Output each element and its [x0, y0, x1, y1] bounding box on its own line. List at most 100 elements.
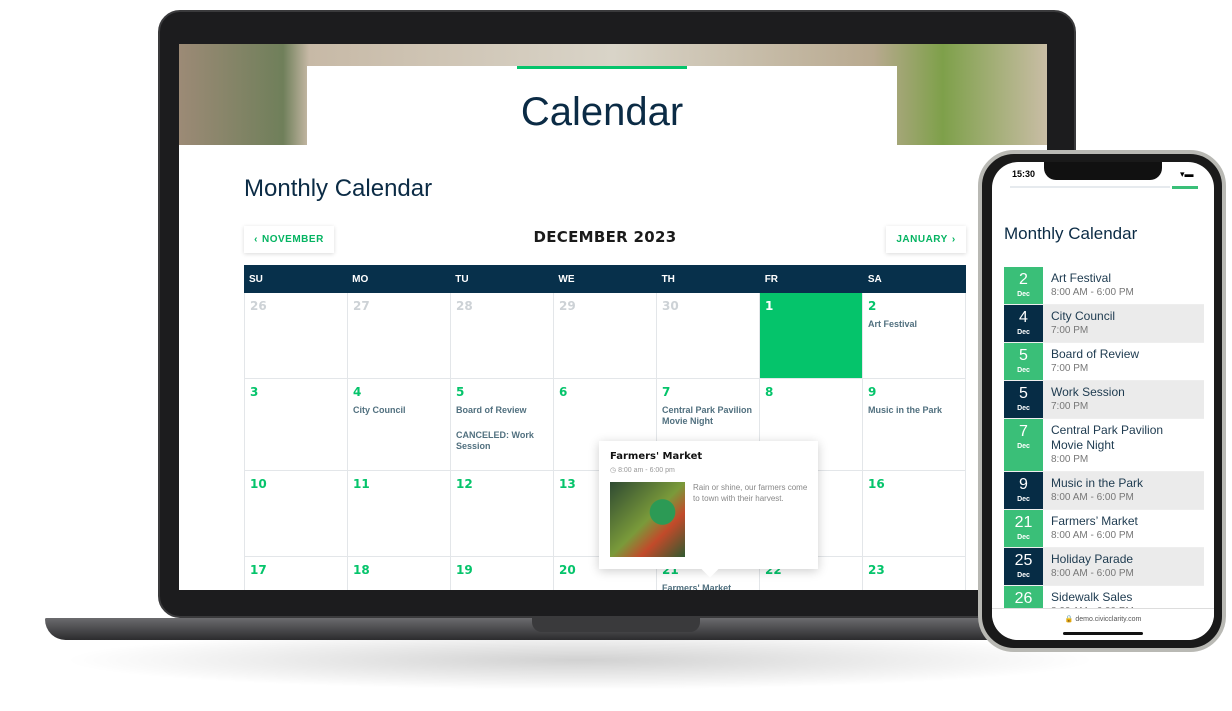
popup-description: Rain or shine, our farmers come to town … — [693, 483, 808, 503]
home-indicator[interactable] — [1063, 632, 1143, 635]
day-cell[interactable]: 19 — [451, 557, 554, 590]
day-cell[interactable]: 29 — [554, 293, 657, 379]
event-time: 7:00 PM — [1051, 363, 1089, 374]
day-number: 18 — [353, 563, 370, 577]
section-title: Monthly Calendar — [244, 175, 433, 202]
day-cell[interactable]: 4 City Council — [348, 379, 451, 471]
date-badge: 5 Dec — [1004, 343, 1043, 380]
event-list-item[interactable]: 7 Dec Central Park Pavilion Movie Night 8:0… — [1004, 419, 1204, 472]
event-day: 5 — [1019, 347, 1028, 364]
header-strip — [1010, 186, 1170, 188]
day-cell[interactable]: 30 — [657, 293, 760, 379]
day-cell[interactable]: 23 — [863, 557, 966, 590]
clock-icon: ◷ — [610, 467, 619, 474]
event-title: City Council — [1051, 309, 1116, 323]
day-number: 23 — [868, 563, 885, 577]
weekday-th: TH — [661, 273, 675, 285]
weekday-tu: TU — [455, 273, 469, 285]
event-month: Dec — [1017, 405, 1030, 412]
event-title: Work Session — [1051, 385, 1125, 399]
phone-notch — [1044, 162, 1162, 180]
date-badge: 4 Dec — [1004, 305, 1043, 342]
event-list-item[interactable]: 9 Dec Music in the Park 8:00 AM - 6:00 PM — [1004, 472, 1204, 510]
event-time: 8:00 AM - 6:00 PM — [1051, 287, 1134, 298]
day-cell[interactable]: 1 — [760, 293, 863, 379]
weekday-mo: MO — [352, 273, 369, 285]
day-number: 12 — [456, 477, 473, 491]
next-month-label: JANUARY — [896, 234, 948, 245]
day-number: 5 — [456, 385, 465, 399]
day-cell[interactable]: 17 — [245, 557, 348, 590]
laptop-notch — [532, 618, 700, 632]
day-number: 6 — [559, 385, 568, 399]
url-text: 🔒 demo.civicclarity.com — [1064, 616, 1142, 623]
day-cell[interactable]: 28 — [451, 293, 554, 379]
weekday-we: WE — [558, 273, 575, 285]
day-number: 16 — [868, 477, 885, 491]
day-number: 28 — [456, 299, 473, 313]
day-cell[interactable]: 27 — [348, 293, 451, 379]
day-number: 30 — [662, 299, 679, 313]
event-month: Dec — [1017, 572, 1030, 579]
event-title: Sidewalk Sales — [1051, 590, 1133, 604]
event-list-item[interactable]: 5 Dec Work Session 7:00 PM — [1004, 381, 1204, 419]
day-cell[interactable]: 11 — [348, 471, 451, 557]
event-day: 21 — [1014, 514, 1033, 531]
wifi-battery-icon: ▾▬ — [1180, 169, 1194, 179]
event-popup: Farmers' Market ◷ 8:00 am - 6:00 pm Rain… — [599, 441, 818, 578]
event-list-item[interactable]: 5 Dec Board of Review 7:00 PM — [1004, 343, 1204, 381]
day-number: 10 — [250, 477, 267, 491]
event-day: 7 — [1019, 423, 1028, 440]
calendar-event[interactable]: Board of Review — [456, 405, 548, 416]
event-title: Holiday Parade — [1051, 552, 1134, 566]
day-cell[interactable]: 5 Board of Review CANCELED: Work Session — [451, 379, 554, 471]
laptop-screen: Calendar Monthly Calendar ‹ NOVEMBER DECE… — [179, 44, 1047, 590]
weekday-sa: SA — [867, 273, 882, 285]
calendar-event[interactable]: Art Festival — [868, 319, 960, 330]
event-time: 8:00 AM - 6:00 PM — [1051, 530, 1134, 541]
event-list-item[interactable]: 4 Dec City Council 7:00 PM — [1004, 305, 1204, 343]
event-time: 7:00 PM — [1051, 325, 1089, 336]
day-number: 1 — [765, 299, 774, 313]
weekday-fr: FR — [764, 273, 779, 285]
date-badge: 2 Dec — [1004, 267, 1043, 304]
day-cell[interactable]: 9 Music in the Park — [863, 379, 966, 471]
day-number: 9 — [868, 385, 877, 399]
day-cell[interactable]: 10 — [245, 471, 348, 557]
chevron-right-icon: › — [951, 234, 956, 245]
weekday-header: SU MO TU WE TH FR SA — [244, 265, 966, 293]
accent-bar — [1172, 186, 1198, 189]
calendar-event[interactable]: Music in the Park — [868, 405, 960, 416]
day-number: 3 — [250, 385, 259, 399]
day-number: 29 — [559, 299, 576, 313]
day-number: 17 — [250, 563, 267, 577]
phone-screen: 15:30 ▾▬ Monthly Calendar 2 Dec Art Festiv… — [992, 162, 1214, 640]
day-cell[interactable]: 3 — [245, 379, 348, 471]
day-cell[interactable]: 16 — [863, 471, 966, 557]
date-badge: 9 Dec — [1004, 472, 1043, 509]
day-cell[interactable]: 26 — [245, 293, 348, 379]
url-bar[interactable]: 🔒 demo.civicclarity.com — [992, 608, 1214, 640]
calendar-event[interactable]: City Council — [353, 405, 445, 416]
event-month: Dec — [1017, 367, 1030, 374]
day-cell[interactable]: 2 Art Festival — [863, 293, 966, 379]
date-badge: 21 Dec — [1004, 510, 1043, 547]
title-box: Calendar — [307, 66, 897, 145]
day-cell[interactable]: 18 — [348, 557, 451, 590]
phone-section-title: Monthly Calendar — [1004, 224, 1138, 243]
calendar-event[interactable]: CANCELED: Work Session — [456, 430, 548, 452]
event-month: Dec — [1017, 329, 1030, 336]
event-list-item[interactable]: 2 Dec Art Festival 8:00 AM - 6:00 PM — [1004, 267, 1204, 305]
next-month-button[interactable]: JANUARY › — [886, 226, 966, 253]
event-list-item[interactable]: 21 Dec Farmers’ Market 8:00 AM - 6:00 PM — [1004, 510, 1204, 548]
calendar-event[interactable]: Central Park Pavilion Movie Night — [662, 405, 754, 427]
event-time: 8:00 AM - 6:00 PM — [1051, 568, 1134, 579]
event-title: Board of Review — [1051, 347, 1140, 361]
event-list-item[interactable]: 25 Dec Holiday Parade 8:00 AM - 6:00 PM — [1004, 548, 1204, 586]
calendar-event[interactable]: Farmers' Market — [662, 583, 754, 590]
day-number: 11 — [353, 477, 370, 491]
day-number: 7 — [662, 385, 671, 399]
day-cell[interactable]: 12 — [451, 471, 554, 557]
weekday-su: SU — [249, 273, 263, 285]
date-badge: 7 Dec — [1004, 419, 1043, 471]
